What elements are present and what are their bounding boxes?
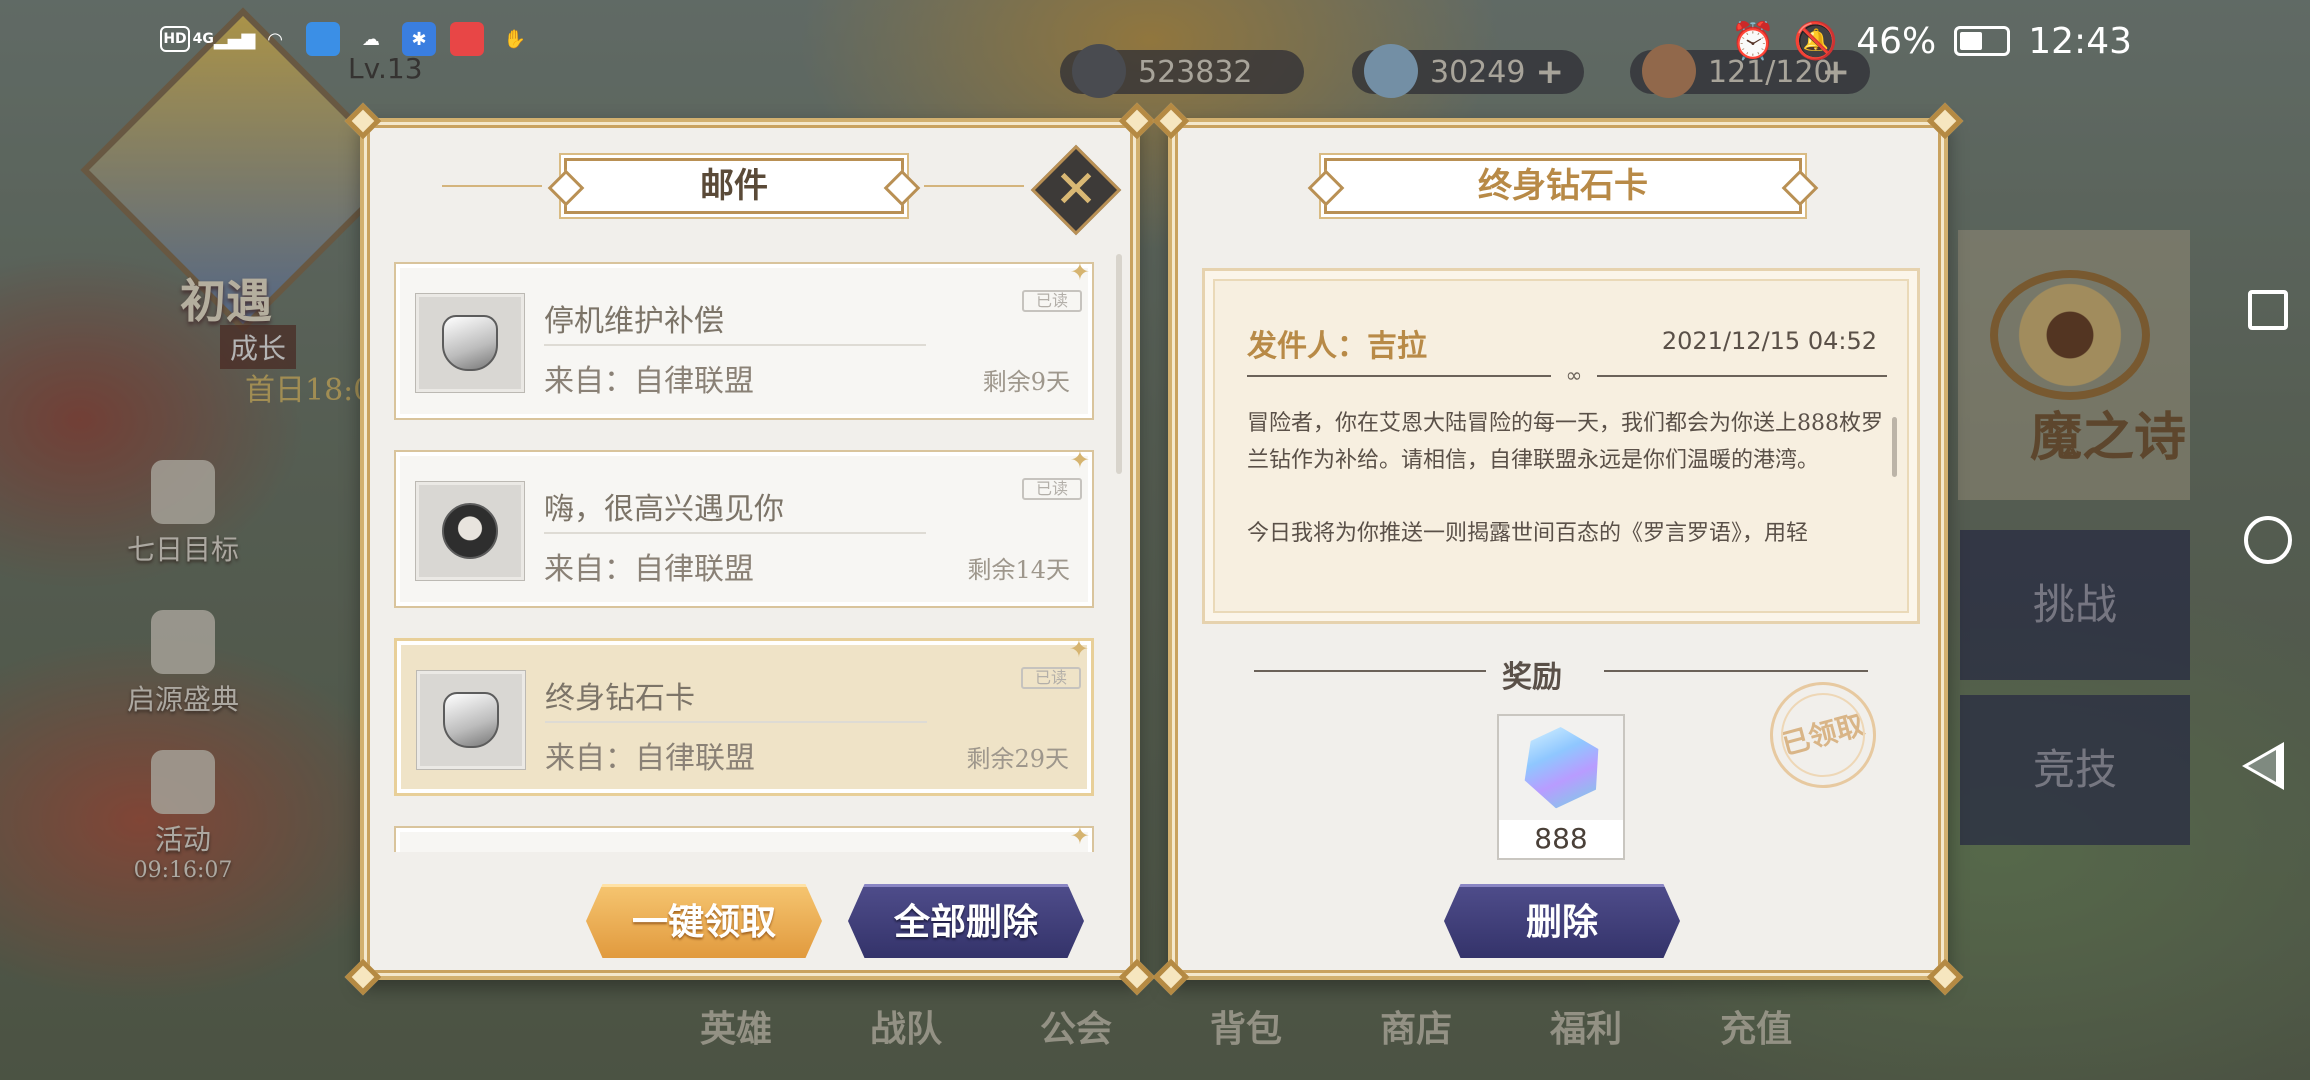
mail-panel-title: 邮件 <box>564 158 904 214</box>
helmet-icon <box>416 294 524 392</box>
mail-detail-panel: 终身钻石卡 发件人：吉拉 2021/12/15 04:52 ∞ 冒险者，你在艾恩… <box>1152 102 1964 996</box>
mail-body-paragraph: 今日我将为你推送一则揭露世间百态的《罗言罗语》，用轻 <box>1247 521 1809 546</box>
read-badge: 已读 <box>1022 290 1082 312</box>
status-bar: HD 4G ▂▄▆ ◠ ☁ ✱ ✋ ⏰ 🔕 46% 12:43 <box>0 0 2310 86</box>
hd-icon: HD <box>160 26 190 52</box>
wifi-icon: ◠ <box>268 28 282 50</box>
helmet-icon <box>417 671 525 769</box>
read-badge: 已读 <box>1022 478 1082 500</box>
mail-sender: 来自：自律联盟 <box>544 552 754 587</box>
sparkle-icon: ✦ <box>1069 822 1090 850</box>
mail-subject: 终身钻石卡 <box>545 681 695 716</box>
diamond-icon <box>1512 719 1612 819</box>
android-nav-bar <box>2230 0 2310 1080</box>
delete-button[interactable]: 删除 <box>1444 884 1680 958</box>
signal-icon: 4G ▂▄▆ <box>192 28 256 50</box>
status-right: ⏰ 🔕 46% 12:43 <box>1730 20 2132 63</box>
mail-divider <box>544 344 926 346</box>
recent-apps-button[interactable] <box>2248 290 2288 330</box>
mail-letter[interactable]: 发件人：吉拉 2021/12/15 04:52 ∞ 冒险者，你在艾恩大陆冒险的每… <box>1202 268 1920 624</box>
clock: 12:43 <box>2028 20 2132 62</box>
title-ornament <box>442 185 542 187</box>
mail-item[interactable]: 停机维护补偿 来自：自律联盟 剩余9天 已读 ✦ <box>394 262 1094 420</box>
claim-all-button[interactable]: 一键领取 <box>586 884 822 958</box>
mail-divider <box>545 721 927 723</box>
sparkle-icon: ✦ <box>1069 446 1090 474</box>
battery-percent: 46% <box>1856 20 1937 62</box>
mail-sender: 发件人：吉拉 <box>1247 329 1427 364</box>
reward-quantity: 888 <box>1499 820 1623 858</box>
close-button[interactable]: ✕ <box>1030 144 1122 236</box>
back-button[interactable] <box>2242 742 2284 790</box>
wechat-icon: ☁ <box>362 28 380 50</box>
mail-sender: 来自：自律联盟 <box>545 741 755 776</box>
sparkle-icon: ✦ <box>1069 262 1090 286</box>
mail-subject: 嗨，很高兴遇见你 <box>544 492 784 527</box>
mail-divider <box>544 532 926 534</box>
delete-all-button[interactable]: 全部删除 <box>848 884 1084 958</box>
alarm-icon: ⏰ <box>1730 21 1776 62</box>
claimed-stamp: 已领取 <box>1758 670 1888 800</box>
browser-icon <box>306 22 340 56</box>
huawei-icon <box>450 22 484 56</box>
divider-ornament: ∞ <box>1551 365 1597 385</box>
mail-sender: 来自：自律联盟 <box>544 364 754 399</box>
mail-item[interactable]: 嗨，很高兴遇见你 来自：自律联盟 剩余14天 已读 ✦ <box>394 446 1094 608</box>
mail-list[interactable]: 停机维护补偿 来自：自律联盟 剩余9天 已读 ✦ 嗨，很高兴遇见你 来自：自律联… <box>394 262 1094 852</box>
portrait-icon <box>416 482 524 580</box>
reward-divider <box>1604 670 1868 672</box>
mail-item-selected[interactable]: 终身钻石卡 来自：自律联盟 剩余29天 已读 ✦ <box>394 635 1094 796</box>
mail-remaining: 剩余29天 <box>966 745 1069 773</box>
letter-scrollbar[interactable] <box>1892 417 1897 477</box>
home-button[interactable] <box>2244 516 2292 564</box>
reward-title: 奖励 <box>1502 660 1562 695</box>
reward-divider <box>1254 670 1486 672</box>
mail-panel: 邮件 ✕ 停机维护补偿 来自：自律联盟 剩余9天 已读 ✦ 嗨，很高兴遇见你 来… <box>344 102 1156 996</box>
app-icon: ✱ <box>402 22 436 56</box>
close-icon: ✕ <box>1054 160 1098 220</box>
modal-overlay[interactable] <box>0 0 2310 1080</box>
title-ornament <box>924 185 1024 187</box>
mail-item[interactable]: ✦ <box>394 822 1094 852</box>
mail-detail-title: 终身钻石卡 <box>1324 158 1802 214</box>
mail-remaining: 剩余9天 <box>982 368 1070 396</box>
hand-icon: ✋ <box>503 28 527 50</box>
read-badge: 已读 <box>1021 667 1081 689</box>
mail-subject: 停机维护补偿 <box>544 304 724 339</box>
reward-item[interactable]: 888 <box>1497 714 1625 860</box>
mail-list-scrollbar[interactable] <box>1116 254 1122 474</box>
mute-icon: 🔕 <box>1793 21 1839 62</box>
mail-date: 2021/12/15 04:52 <box>1661 327 1877 355</box>
battery-icon <box>1954 26 2011 56</box>
mail-body-paragraph: 冒险者，你在艾恩大陆冒险的每一天，我们都会为你送上888枚罗兰钻作为补给。请相信… <box>1247 411 1883 473</box>
mail-remaining: 剩余14天 <box>967 556 1070 584</box>
status-icons: HD 4G ▂▄▆ ◠ ☁ ✱ ✋ <box>160 22 532 56</box>
mail-body: 冒险者，你在艾恩大陆冒险的每一天，我们都会为你送上888枚罗兰钻作为补给。请相信… <box>1247 405 1887 552</box>
sparkle-icon: ✦ <box>1068 635 1089 663</box>
